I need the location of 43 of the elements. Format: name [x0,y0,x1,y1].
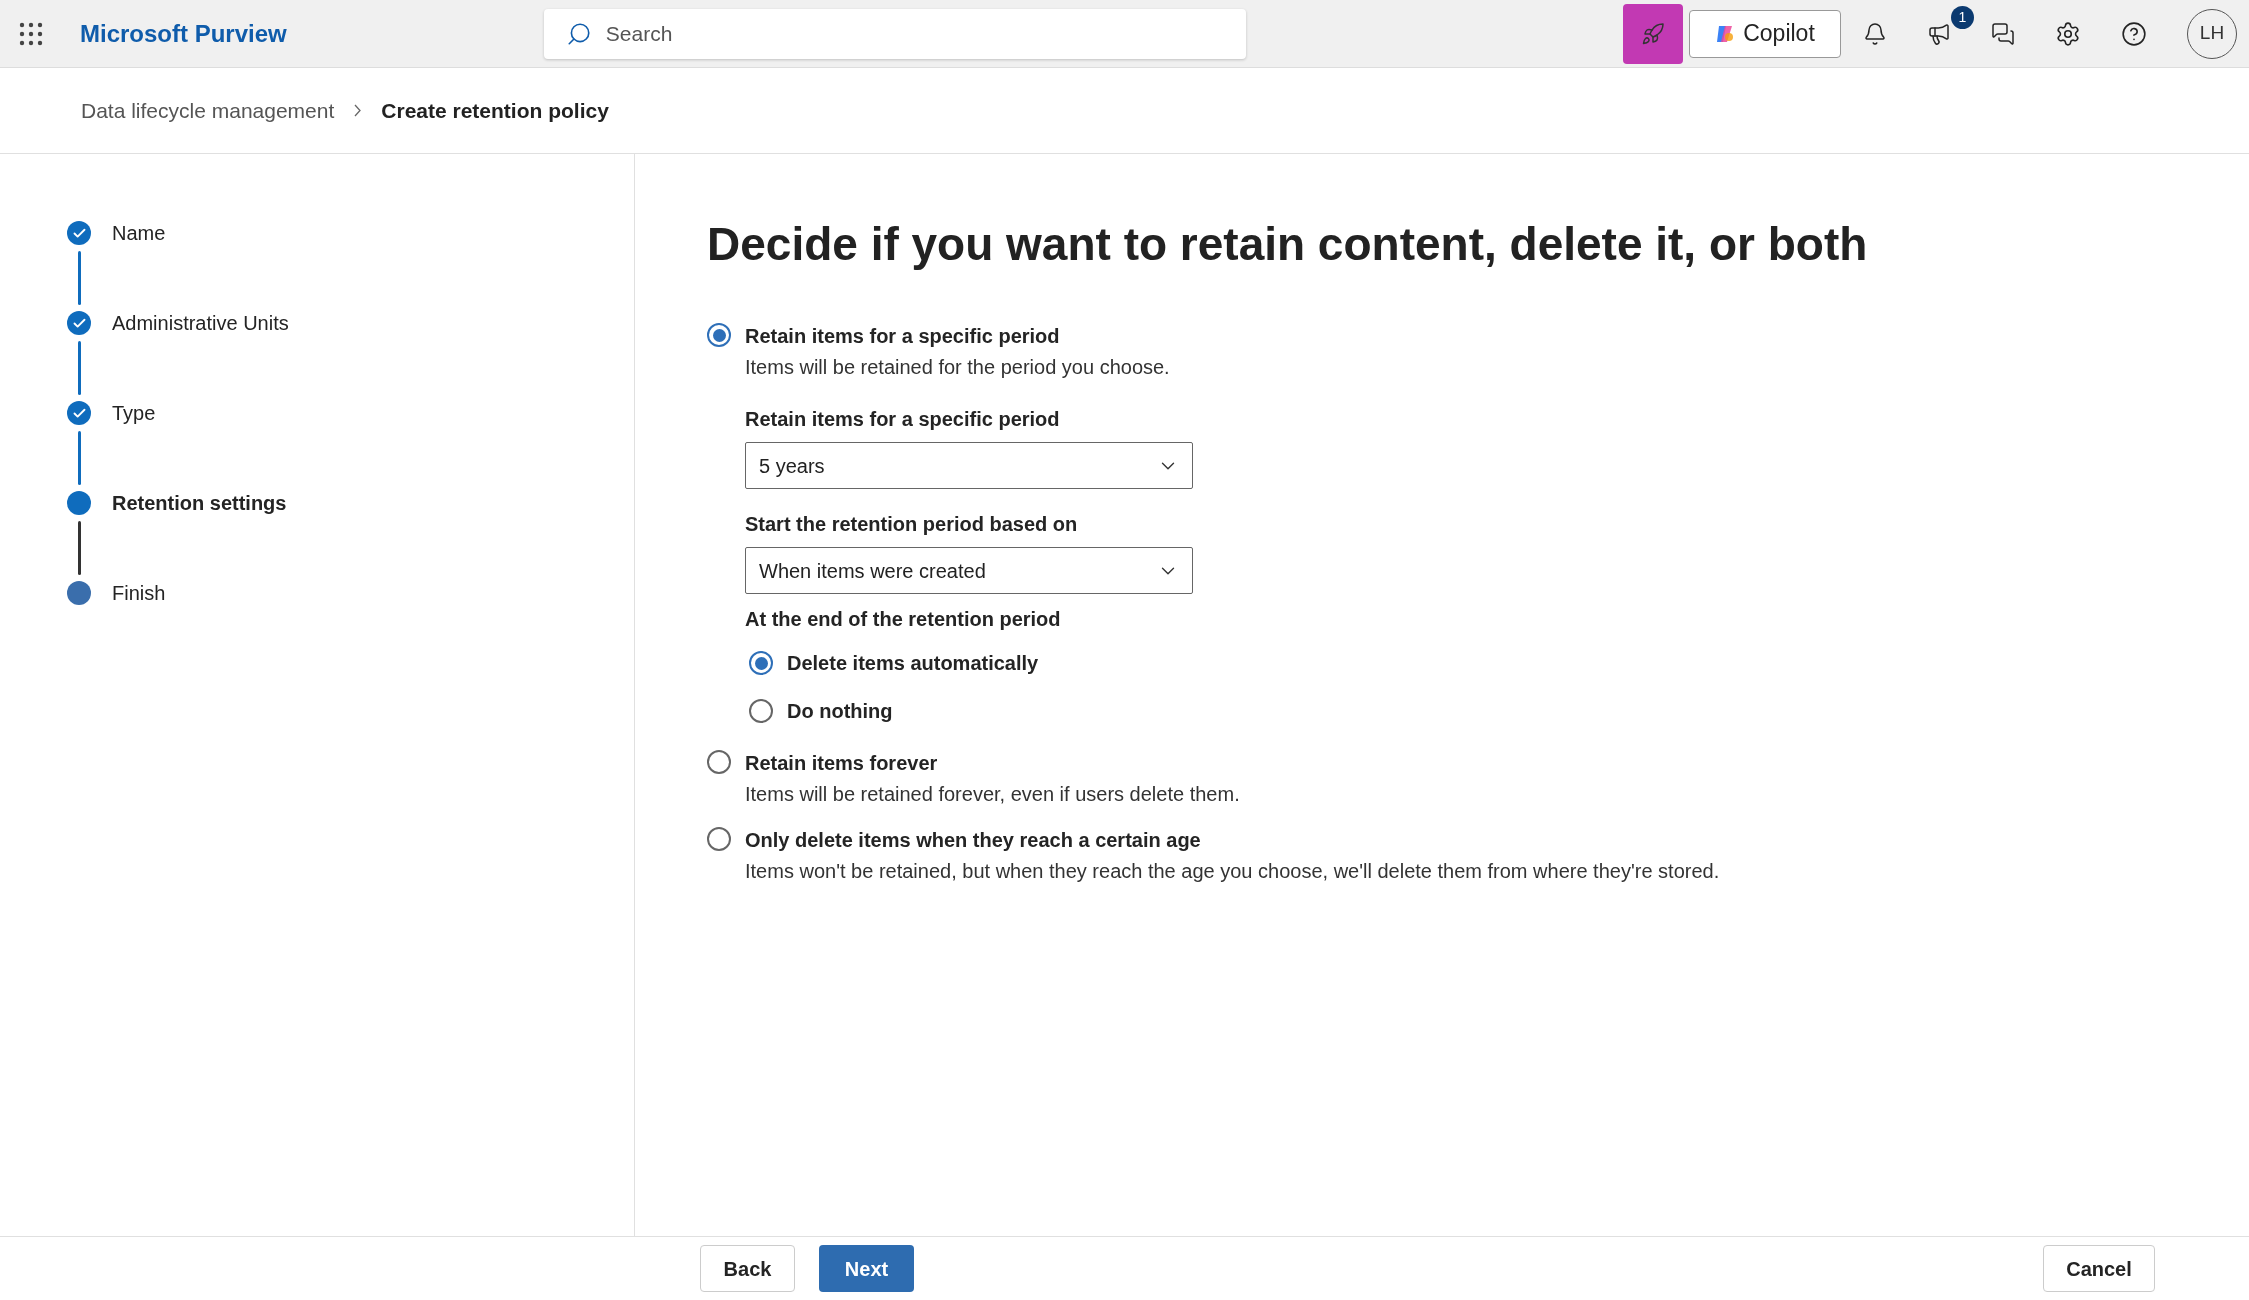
radio-button[interactable] [707,323,731,347]
help-icon[interactable] [2121,20,2147,47]
step-label: Retention settings [112,491,287,516]
bell-icon[interactable] [1863,21,1887,46]
dropdown[interactable]: When items were created [745,547,1193,594]
option-description: Items won't be retained, but when they reach the age you choose, we'll delete them from where they're stored. [745,859,1720,884]
option-label[interactable]: Do nothing [787,696,893,726]
cancel-button[interactable]: Cancel [2043,1245,2155,1292]
option-description: Items will be retained for the period you choose. [745,355,1171,380]
people-chat-icon[interactable] [1991,21,2015,46]
step-label: Administrative Units [112,311,289,336]
field-label: Retain items for a specific period [745,407,1061,432]
field-label: Start the retention period based on [745,512,1079,537]
notification-badge: 1 [1951,5,1974,29]
step-label: Name [112,221,166,246]
app-name[interactable]: Microsoft Purview [80,15,287,52]
radio-button[interactable] [749,651,773,675]
option-label[interactable]: Retain items for a specific period [745,321,1193,351]
app-launcher-icon[interactable] [19,21,43,46]
option-label[interactable]: Retain items forever [745,748,1240,778]
radio-button[interactable] [749,699,773,723]
step-label: Type [112,401,156,426]
radio-button[interactable] [707,750,731,774]
field-label: At the end of the retention period [745,607,1062,632]
option-description: Items will be retained forever, even if users delete them. [745,782,1240,807]
dropdown[interactable]: 5 years [745,442,1193,489]
rocket-icon [1641,21,1665,46]
copilot-logo-icon [1715,23,1736,44]
search-bar[interactable]: Search [543,8,1246,59]
page-title: Decide if you want to retain content, delete it, or both [707,217,1869,272]
back-button[interactable]: Back [700,1245,795,1292]
rocket-button[interactable] [1623,3,1683,64]
option-label[interactable]: Only delete items when they reach a certain age [745,825,1720,855]
next-button[interactable]: Next [819,1245,914,1292]
megaphone-icon[interactable] [1927,21,1951,46]
search-input[interactable]: Search [605,17,1224,50]
step-label: Finish [112,581,166,606]
option-label[interactable]: Delete items automatically [787,648,1039,678]
chevron-right-icon [354,104,362,117]
breadcrumb-link[interactable]: Data lifecycle management [81,94,335,127]
settings-icon[interactable] [2055,20,2081,47]
radio-button[interactable] [707,827,731,851]
copilot-button[interactable]: Copilot [1689,9,1841,58]
